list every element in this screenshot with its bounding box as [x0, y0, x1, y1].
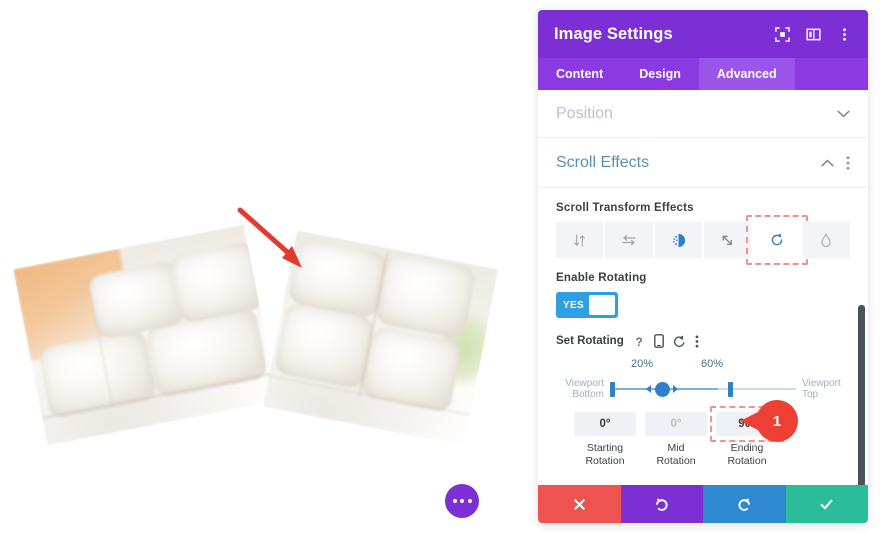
slider-handle[interactable] — [655, 382, 670, 397]
panel-scrollbar[interactable] — [858, 305, 865, 485]
chevron-down-icon[interactable] — [837, 110, 850, 118]
slider-handle-arrow-right — [673, 385, 678, 393]
scroll-transform-effects-options — [556, 215, 850, 265]
panel-title: Image Settings — [554, 24, 673, 43]
slider-stop-end[interactable] — [728, 382, 733, 397]
kebab-menu-icon[interactable] — [846, 155, 850, 170]
undo-icon — [656, 497, 668, 511]
horizontal-motion-icon — [622, 235, 636, 246]
mid-rotation-input[interactable]: 0° — [645, 412, 707, 436]
panel-header-actions — [775, 26, 852, 42]
section-position[interactable]: Position — [538, 90, 868, 138]
panel-tabs: Content Design Advanced — [538, 58, 868, 90]
enable-rotating-toggle[interactable]: YES — [556, 292, 618, 318]
scaling-up-down-icon — [722, 235, 733, 245]
rotation-slider-track[interactable] — [610, 379, 796, 399]
kebab-menu-icon[interactable] — [695, 334, 699, 348]
canvas-more-options-button[interactable] — [445, 484, 479, 518]
starting-rotation-field: 0° Starting Rotation — [574, 412, 636, 468]
effect-fade-in-out[interactable] — [654, 222, 704, 258]
section-scroll-effects-header[interactable]: Scroll Effects — [538, 138, 868, 188]
fade-in-out-icon — [672, 233, 685, 247]
layout-columns-icon[interactable] — [806, 27, 821, 42]
effect-blur[interactable] — [802, 222, 850, 258]
effect-vertical-motion[interactable] — [556, 222, 606, 258]
section-position-label: Position — [556, 104, 613, 122]
tab-advanced[interactable]: Advanced — [698, 58, 795, 90]
undo-button[interactable] — [620, 485, 703, 523]
callout-number: 1 — [756, 400, 798, 442]
rotation-percent-labels: 20% 60% — [556, 358, 850, 376]
redo-button[interactable] — [703, 485, 786, 523]
callout-badge-1: 1 — [740, 400, 798, 442]
set-rotating-label: Set Rotating — [556, 335, 624, 347]
ellipsis-icon — [452, 499, 457, 503]
red-arrow-annotation — [237, 207, 302, 268]
effect-rotating[interactable] — [746, 215, 808, 265]
builder-canvas — [0, 0, 538, 533]
scroll-transform-effects-label: Scroll Transform Effects — [556, 202, 694, 214]
effect-horizontal-motion[interactable] — [605, 222, 655, 258]
blur-icon — [821, 232, 832, 247]
rotating-icon — [771, 233, 783, 246]
panel-header: Image Settings — [538, 10, 868, 58]
ellipsis-icon — [467, 499, 472, 503]
set-rotating-header: Set Rotating ? — [556, 334, 850, 348]
check-icon — [820, 499, 833, 509]
mid-rotation-caption: Mid Rotation — [656, 442, 696, 467]
fullscreen-icon[interactable] — [775, 26, 790, 42]
responsive-device-icon[interactable] — [653, 334, 664, 348]
tab-content[interactable]: Content — [538, 58, 621, 90]
help-icon[interactable]: ? — [633, 335, 645, 348]
end-percent-label: 60% — [701, 358, 724, 370]
panel-action-bar — [538, 485, 868, 523]
scroll-transform-effects-field: Scroll Transform Effects Enable Rotating… — [538, 202, 868, 468]
slider-stop-start[interactable] — [610, 382, 615, 397]
viewport-top-label: Viewport Top — [802, 378, 841, 400]
slider-handle-arrow-left — [646, 385, 651, 393]
discard-button[interactable] — [538, 485, 621, 523]
ending-rotation-caption: Ending Rotation — [727, 442, 767, 467]
section-scroll-effects-title: Scroll Effects — [556, 153, 650, 171]
screen: Image Settings Content Design Advanced P… — [0, 0, 880, 533]
starting-rotation-caption: Starting Rotation — [585, 442, 625, 467]
reset-icon[interactable] — [673, 335, 686, 348]
chevron-up-icon[interactable] — [821, 159, 834, 167]
enable-rotating-toggle-value: YES — [563, 299, 584, 311]
starting-rotation-input[interactable]: 0° — [574, 412, 636, 436]
image-settings-panel: Image Settings Content Design Advanced P… — [538, 10, 868, 523]
mid-rotation-field: 0° Mid Rotation — [645, 412, 707, 468]
panel-body: Position Scroll Effects Scroll Transform… — [538, 90, 868, 485]
toggle-knob — [588, 295, 615, 315]
rotation-slider[interactable]: Viewport Bottom Viewport Top — [556, 378, 850, 400]
save-button[interactable] — [785, 485, 868, 523]
close-icon — [574, 498, 585, 510]
redo-icon — [738, 497, 750, 511]
viewport-bottom-label: Viewport Bottom — [565, 378, 604, 400]
tab-design[interactable]: Design — [621, 58, 699, 90]
kebab-menu-icon[interactable] — [837, 27, 852, 42]
enable-rotating-label: Enable Rotating — [556, 272, 647, 284]
ellipsis-icon — [460, 499, 464, 503]
svg-text:?: ? — [635, 335, 642, 348]
effect-scaling-up-down[interactable] — [703, 222, 754, 258]
vertical-motion-icon — [574, 233, 585, 247]
rotation-values: 0° Starting Rotation 0° Mid Rotation 90°… — [556, 406, 850, 468]
start-percent-label: 20% — [631, 358, 654, 370]
